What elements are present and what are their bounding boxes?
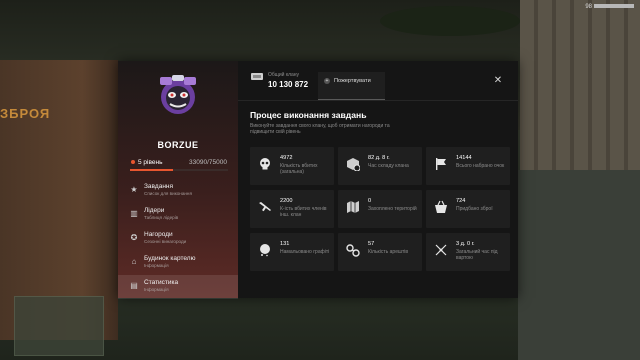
game-building-right (520, 0, 640, 190)
sidebar-item-title: Завдання (144, 183, 174, 190)
spray-icon (260, 244, 270, 257)
stat-value: 3 д. 0 г. (456, 241, 475, 247)
tree-canopy (380, 6, 520, 36)
sidebar-nav: ★ Завдання Список для виконання ▥ Лідери… (118, 179, 238, 299)
close-button[interactable]: ✕ (492, 75, 504, 87)
hud-status-value: 98 (585, 4, 592, 10)
plus-icon: + (324, 78, 330, 84)
stat-label: К-ість вбитих членів інш. клан (280, 206, 327, 218)
sidebar-item-subtitle: Список для виконання (144, 191, 192, 196)
page-subtitle: Виконуйте завдання свого клану, щоб отри… (250, 123, 390, 136)
handcuffs-icon (346, 244, 360, 257)
clan-panel: BORZUE 5 рівень 33090/75000 ★ Завдання С… (118, 61, 518, 299)
sidebar-item-rewards[interactable]: ✪ Нагороди Сезонні винагороди (118, 227, 238, 251)
sparkle-icon (435, 244, 447, 256)
xp-counter: 33090/75000 (189, 158, 227, 166)
sidebar-item-cartel-house[interactable]: ⌂ Будинок картелю Інформація (118, 251, 238, 275)
stat-card: 2200 К-ість вбитих членів інш. клан (250, 190, 334, 228)
sidebar: BORZUE 5 рівень 33090/75000 ★ Завдання С… (118, 61, 238, 299)
chart-icon: ▤ (130, 281, 138, 290)
level-progress-fill (130, 169, 174, 171)
stat-label: Загальний час під вартою (456, 249, 498, 261)
sidebar-item-subtitle: Інформація (144, 287, 169, 292)
donate-button[interactable]: + Пожертвувати (318, 72, 385, 100)
sidebar-item-title: Лідери (144, 207, 165, 214)
minimap (14, 296, 104, 356)
flag-icon (436, 158, 446, 170)
hud-status: 98 (542, 4, 634, 18)
house-icon: ⌂ (131, 257, 137, 266)
stat-label: Всього набрано очок (456, 163, 505, 169)
stat-card: 14144 Всього набрано очок (426, 147, 510, 185)
sidebar-item-leaders[interactable]: ▥ Лідери Таблиця лідерів (118, 203, 238, 227)
level-text: 5 рівень (138, 158, 163, 166)
stat-label: Придбано зброї (456, 206, 493, 212)
stat-label: Намальовано графіті (280, 249, 330, 255)
money-icon (251, 73, 263, 80)
clan-avatar (160, 75, 196, 114)
shop-sign: ЗБРОЯ (0, 106, 51, 121)
leaderboard-icon: ▥ (130, 209, 138, 218)
panel-header: Общий клану 10 130 872 + Пожертвувати ✕ (238, 61, 518, 101)
level-progress-bar (130, 169, 228, 171)
stat-value: 57 (368, 241, 375, 247)
balance-label: Общий клану (268, 72, 300, 78)
stat-value: 14144 (456, 155, 472, 161)
stat-label: Кількість арештів (368, 249, 409, 255)
sidebar-item-statistics[interactable]: ▤ Статистика Інформація (118, 275, 238, 299)
stat-card: 3 д. 0 г. Загальний час під вартою (426, 233, 510, 271)
level-row: 5 рівень 33090/75000 (131, 157, 227, 167)
skull-icon (260, 158, 270, 170)
level-label: 5 рівень (131, 159, 162, 166)
level-dot-icon (131, 159, 135, 164)
stat-label: Кількість вбитих (загальна) (280, 163, 318, 175)
stat-value: 82 д. 8 г. (368, 155, 390, 161)
rifle-icon (259, 202, 271, 212)
health-bar (594, 4, 634, 8)
stat-value: 2200 (280, 198, 293, 204)
sidebar-item-subtitle: Інформація (144, 263, 169, 268)
stat-card: 82 д. 8 г. Час складу клана (338, 147, 422, 185)
balance-value: 10 130 872 (268, 80, 309, 89)
gift-icon: ✪ (130, 233, 138, 242)
stat-card: 131 Намальовано графіті (250, 233, 334, 271)
stat-card: 724 Придбано зброї (426, 190, 510, 228)
map-icon (347, 201, 359, 213)
sidebar-item-subtitle: Сезонні винагороди (144, 239, 187, 244)
stats-content: Общий клану 10 130 872 + Пожертвувати ✕ … (238, 61, 518, 298)
stat-label: Час складу клана (368, 163, 409, 169)
sidebar-item-tasks[interactable]: ★ Завдання Список для виконання (118, 179, 238, 203)
sidebar-item-title: Нагороди (144, 231, 173, 238)
stat-label: Захоплено територій (368, 206, 417, 212)
star-icon: ★ (130, 185, 138, 194)
basket-icon (435, 200, 447, 213)
stat-card: 57 Кількість арештів (338, 233, 422, 271)
stat-value: 131 (280, 241, 290, 247)
donate-label: Пожертвувати (334, 78, 371, 84)
stat-card: 0 Захоплено територій (338, 190, 422, 228)
stat-value: 724 (456, 198, 466, 204)
box-clock-icon (347, 158, 360, 171)
game-parking-lot (518, 170, 640, 360)
clan-name: BORZUE (157, 140, 199, 150)
sidebar-item-title: Будинок картелю (144, 255, 196, 262)
sidebar-item-title: Статистика (144, 279, 179, 286)
stat-card: 4972 Кількість вбитих (загальна) (250, 147, 334, 185)
stat-value: 4972 (280, 155, 293, 161)
stats-grid: 4972 Кількість вбитих (загальна) 82 д. 8… (250, 147, 512, 271)
stat-value: 0 (368, 198, 372, 204)
sidebar-item-subtitle: Таблиця лідерів (144, 215, 179, 220)
close-icon: ✕ (493, 75, 503, 86)
page-title: Процес виконання завдань (250, 110, 367, 120)
